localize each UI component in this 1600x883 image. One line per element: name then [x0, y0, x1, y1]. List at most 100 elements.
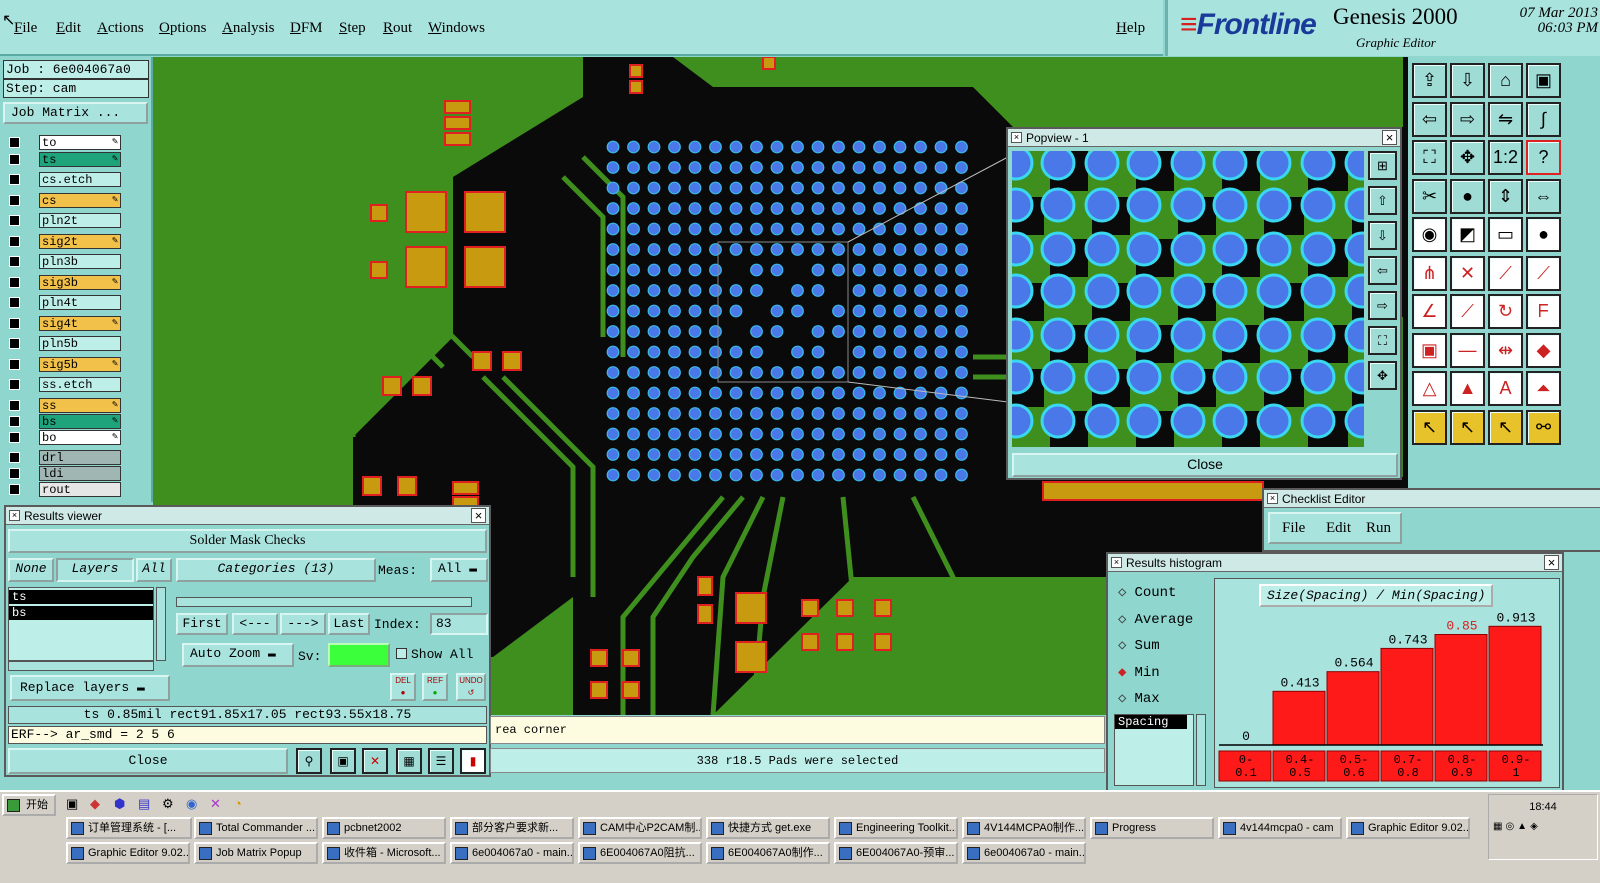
layer-checkbox[interactable] [9, 256, 20, 267]
arc-icon[interactable]: ↻ [1488, 294, 1523, 329]
menu-rout[interactable]: Rout [383, 20, 412, 37]
layer-row-pln5b[interactable]: pln5b [6, 336, 122, 351]
line-dot-icon[interactable]: ⟋ [1488, 255, 1523, 291]
layer-checkbox[interactable] [9, 297, 20, 308]
layer-row-ss-etch[interactable]: ss.etch [6, 377, 122, 392]
layer-checkbox[interactable] [9, 359, 20, 370]
show-all-checkbox[interactable] [396, 648, 407, 659]
popview-canvas[interactable] [1012, 151, 1364, 447]
popview-close-icon[interactable]: × [1382, 130, 1397, 145]
marker-icon[interactable]: ▣ [330, 748, 356, 774]
radio-diamond-icon[interactable]: ◇ [1118, 691, 1126, 707]
layer-row-rout[interactable]: rout [6, 482, 122, 497]
layer-checkbox[interactable] [9, 154, 20, 165]
histogram-bar[interactable] [1488, 625, 1542, 746]
layer-checkbox[interactable] [9, 484, 20, 495]
quicklaunch-icon-7[interactable]: ✕ [210, 796, 221, 812]
checklist-menu-run[interactable]: Run [1366, 520, 1391, 537]
layer-row-bo[interactable]: bo ✎ [6, 430, 122, 445]
zoom-in-icon[interactable]: ⊞ [1368, 151, 1397, 180]
window-menu-icon[interactable]: × [1111, 557, 1122, 568]
layer-checkbox[interactable] [9, 338, 20, 349]
radio-diamond-icon[interactable]: ◇ [1118, 638, 1126, 654]
layer-row-pln4t[interactable]: pln4t [6, 295, 122, 310]
shapes-icon[interactable]: ◆ [1526, 332, 1561, 368]
sv-color-select[interactable] [328, 643, 390, 667]
layer-row-drl[interactable]: drl [6, 450, 122, 465]
menu-step[interactable]: Step [339, 20, 366, 37]
task-button[interactable]: 4v144mcpa0 - cam [1218, 817, 1342, 839]
fit-icon[interactable]: ⛶ [1368, 326, 1397, 355]
checklist-menu-edit[interactable]: Edit [1326, 520, 1351, 537]
home-down-icon[interactable]: ⇩ [1450, 63, 1485, 98]
histogram-icon[interactable]: ▮ [460, 748, 486, 774]
menu-help[interactable]: Help [1116, 20, 1145, 37]
popview-close-button[interactable]: Close [1012, 453, 1398, 477]
window-menu-icon[interactable]: × [1267, 493, 1278, 504]
layer-row-sig2t[interactable]: sig2t ✎ [6, 234, 122, 249]
pan-down-icon[interactable]: ⇩ [1368, 221, 1397, 250]
task-button[interactable]: 6e004067a0 - main... [450, 842, 574, 864]
task-button[interactable]: 4V144MCPA0制作... [962, 817, 1086, 839]
layer-row-to[interactable]: to ✎ [6, 135, 122, 150]
histogram-bar[interactable] [1434, 634, 1488, 746]
prev-button[interactable]: <--- [232, 613, 278, 635]
polygon-icon[interactable]: ◩ [1450, 217, 1485, 252]
menu-options[interactable]: Options [159, 20, 207, 37]
pointer-select-icon[interactable]: ↖ [1450, 409, 1485, 445]
task-button[interactable]: 订单管理系统 - [... [66, 817, 192, 839]
radio-diamond-icon[interactable]: ◇ [1118, 585, 1126, 601]
help-icon[interactable]: ? [1526, 140, 1561, 175]
arc-line-icon[interactable]: ∠ [1412, 294, 1447, 329]
ruler-icon[interactable]: ▭ [1488, 217, 1523, 252]
grid-icon[interactable]: ▦ [396, 748, 422, 774]
right-arrow-icon[interactable]: ⇨ [1450, 101, 1485, 137]
task-button[interactable]: 6E004067A0阻抗... [578, 842, 702, 864]
layer-checkbox[interactable] [9, 416, 20, 427]
layer-checkbox[interactable] [9, 174, 20, 185]
task-button[interactable]: Total Commander ... [194, 817, 318, 839]
ref-button[interactable]: REF ● [422, 673, 448, 701]
quicklaunch-icon-1[interactable]: ▣ [66, 796, 78, 812]
pointer-icon[interactable]: ↖ [1412, 409, 1447, 445]
radio-diamond-icon[interactable]: ◇ [1118, 612, 1126, 628]
point-icon[interactable]: ▣ [1412, 332, 1447, 368]
task-button[interactable]: Progress [1090, 817, 1214, 839]
center-icon[interactable]: ✥ [1368, 361, 1397, 390]
tab-layers[interactable]: Layers [56, 558, 134, 582]
quicklaunch-icon-4[interactable]: ▤ [138, 796, 150, 812]
task-button[interactable]: 6E004067A0-预审... [834, 842, 958, 864]
edit-ff-icon[interactable]: ᖴ [1526, 294, 1561, 329]
layer-row-ts[interactable]: ts ✎ [6, 152, 122, 167]
next-button[interactable]: ---> [280, 613, 326, 635]
layer-checkbox[interactable] [9, 452, 20, 463]
task-button[interactable]: 6e004067a0 - main... [962, 842, 1086, 864]
pan-left-icon[interactable]: ⇦ [1368, 256, 1397, 285]
layer-row-sig3b[interactable]: sig3b ✎ [6, 275, 122, 290]
layer-checkbox[interactable] [9, 277, 20, 288]
histogram-bar[interactable] [1326, 671, 1380, 746]
zoom-fit-icon[interactable]: ⛶ [1412, 140, 1447, 175]
tab-none[interactable]: None [8, 558, 54, 582]
probe-line-icon[interactable]: ● [1450, 178, 1485, 214]
menu-edit[interactable]: Edit [56, 20, 81, 37]
triangle-up-icon[interactable]: ▲ [1450, 371, 1485, 406]
mode-count[interactable]: ◇ Count [1118, 584, 1176, 601]
net-icon[interactable]: ⋔ [1412, 255, 1447, 291]
quicklaunch-icon-8[interactable]: ◔ [234, 796, 242, 811]
task-button[interactable]: Graphic Editor 9.02... [66, 842, 190, 864]
layer-row-cs-etch[interactable]: cs.etch [6, 172, 122, 187]
layer-row-sig5b[interactable]: sig5b ✎ [6, 357, 122, 372]
polygon-a-icon[interactable]: ⏶ [1526, 371, 1561, 406]
menu-dfm[interactable]: DFM [290, 20, 323, 37]
task-button[interactable]: Job Matrix Popup [194, 842, 318, 864]
layer-row-cs[interactable]: cs ✎ [6, 193, 122, 208]
list-item-spacing[interactable]: Spacing [1115, 715, 1187, 729]
report-icon[interactable]: ☰ [428, 748, 454, 774]
mode-sum[interactable]: ◇ Sum [1118, 637, 1160, 654]
window-menu-icon[interactable]: × [1011, 132, 1022, 143]
quicklaunch-icon-5[interactable]: ⚙ [162, 796, 174, 812]
window-menu-icon[interactable]: × [9, 510, 20, 521]
task-button[interactable]: 6E004067A0制作... [706, 842, 830, 864]
layer-row-bs[interactable]: bs ✎ [6, 414, 122, 429]
